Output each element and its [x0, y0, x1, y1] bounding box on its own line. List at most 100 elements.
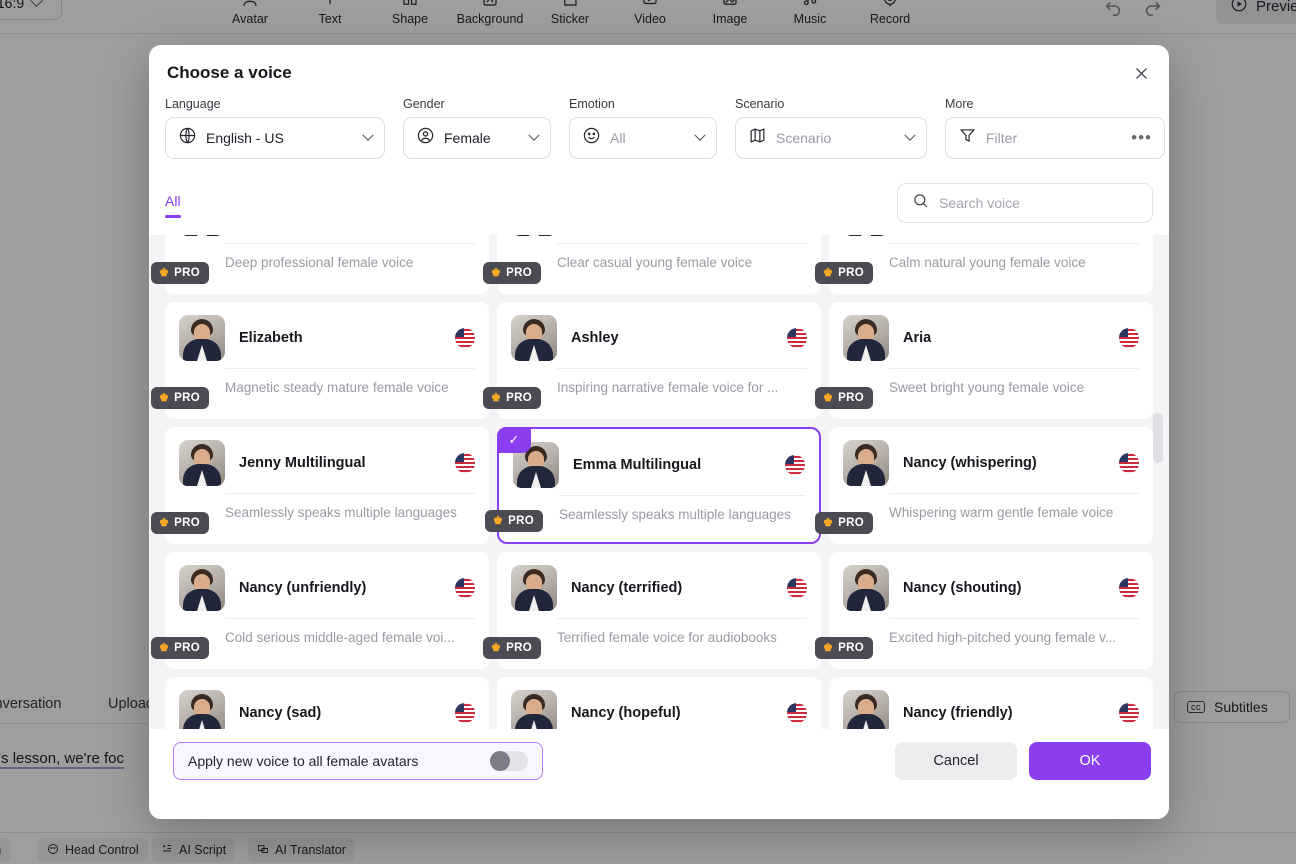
- map-icon: [748, 126, 767, 150]
- dialog-footer: Apply new voice to all female avatars Ca…: [149, 729, 1169, 819]
- voice-card-divider: [889, 368, 1139, 369]
- search-voice-box[interactable]: [897, 183, 1153, 223]
- voice-name: Nancy (unfriendly): [239, 580, 367, 596]
- voice-card[interactable]: Deep professional female voice ♚ PRO: [151, 235, 489, 294]
- cancel-button[interactable]: Cancel: [895, 742, 1017, 780]
- language-dropdown[interactable]: English - US: [165, 117, 385, 159]
- crown-icon: ♚: [491, 641, 502, 654]
- filter-scenario: Scenario Scenario: [735, 97, 927, 159]
- voice-card-divider: [559, 495, 805, 496]
- voice-card-header: Jenny Multilingual: [179, 439, 475, 487]
- voice-avatar-thumbnail: [511, 235, 557, 236]
- voice-card[interactable]: Emma Multilingual Seamlessly speaks multi…: [485, 427, 821, 544]
- voice-card-divider: [557, 243, 807, 244]
- us-flag-icon: [1119, 453, 1139, 473]
- globe-icon: [178, 126, 197, 150]
- voice-card-header: Nancy (shouting): [843, 564, 1139, 612]
- voice-card[interactable]: Jenny Multilingual Seamlessly speaks mult…: [151, 427, 489, 544]
- filter-bar: Language English - US Gender Female Emot…: [165, 97, 1165, 159]
- voice-card[interactable]: Nancy (shouting) Excited high-pitched you…: [815, 552, 1153, 669]
- filter-label: Emotion: [569, 97, 615, 111]
- pro-badge-label: PRO: [506, 267, 532, 279]
- voice-description: Whispering warm gentle female voice: [889, 505, 1114, 520]
- voice-name: Aria: [903, 330, 932, 346]
- filter-more: More Filter •••: [945, 97, 1165, 159]
- scenario-value: Scenario: [776, 130, 832, 146]
- voice-card[interactable]: Ashley Inspiring narrative female voice f…: [483, 302, 821, 419]
- voice-card-divider: [889, 243, 1139, 244]
- voice-card[interactable]: Nancy (friendly): [829, 677, 1153, 729]
- filter-label: Scenario: [735, 97, 785, 111]
- voice-card-header: [511, 235, 807, 237]
- us-flag-icon: [1119, 703, 1139, 723]
- voice-tabs: All: [149, 183, 1169, 235]
- pro-badge-label: PRO: [838, 517, 864, 529]
- tab-all[interactable]: All: [165, 193, 181, 209]
- apply-to-all-toggle[interactable]: [490, 751, 528, 771]
- voice-card-header: Ashley: [511, 314, 807, 362]
- apply-to-all-row[interactable]: Apply new voice to all female avatars: [173, 742, 543, 780]
- voice-description: Magnetic steady mature female voice: [225, 380, 449, 395]
- us-flag-icon: [785, 455, 805, 475]
- voice-card-header: Emma Multilingual: [513, 441, 805, 489]
- language-value: English - US: [206, 130, 284, 146]
- pro-badge-label: PRO: [838, 392, 864, 404]
- voice-card-header: Elizabeth: [179, 314, 475, 362]
- voice-card[interactable]: Aria Sweet bright young female voice ♚ PRO: [815, 302, 1153, 419]
- chevron-down-icon: [904, 129, 916, 141]
- voice-name: Nancy (sad): [239, 705, 322, 721]
- more-filter-dropdown[interactable]: Filter •••: [945, 117, 1165, 159]
- voice-avatar-thumbnail: [843, 315, 889, 361]
- us-flag-icon: [787, 328, 807, 348]
- more-options-icon[interactable]: •••: [1131, 129, 1152, 146]
- scenario-dropdown[interactable]: Scenario: [735, 117, 927, 159]
- voice-card-divider: [225, 618, 475, 619]
- voice-avatar-thumbnail: [511, 690, 557, 729]
- us-flag-icon: [455, 578, 475, 598]
- crown-icon: ♚: [159, 641, 170, 654]
- gender-value: Female: [444, 130, 491, 146]
- person-circle-icon: [416, 126, 435, 150]
- emotion-dropdown[interactable]: All: [569, 117, 717, 159]
- voice-card[interactable]: Nancy (hopeful): [497, 677, 821, 729]
- search-icon: [912, 192, 929, 214]
- voice-avatar-thumbnail: [511, 315, 557, 361]
- voice-grid-scrollbar[interactable]: [1153, 241, 1163, 723]
- voice-card-divider: [225, 368, 475, 369]
- choose-voice-dialog: Choose a voice Language English - US Gen…: [149, 45, 1169, 819]
- voice-card-header: Nancy (unfriendly): [179, 564, 475, 612]
- voice-card[interactable]: Nancy (unfriendly) Cold serious middle-ag…: [151, 552, 489, 669]
- crown-icon: ♚: [823, 641, 834, 654]
- toggle-knob: [490, 751, 510, 771]
- tab-active-indicator: [165, 215, 181, 218]
- close-icon[interactable]: [1127, 59, 1155, 87]
- pro-badge: ♚ PRO: [483, 637, 541, 659]
- voice-description: Seamlessly speaks multiple languages: [559, 507, 791, 522]
- pro-badge-label: PRO: [174, 642, 200, 654]
- filter-label: More: [945, 97, 974, 111]
- crown-icon: ♚: [493, 514, 504, 527]
- scrollbar-thumb[interactable]: [1153, 413, 1163, 463]
- us-flag-icon: [787, 703, 807, 723]
- pro-badge: ♚ PRO: [151, 512, 209, 534]
- voice-card[interactable]: Nancy (sad): [165, 677, 489, 729]
- voice-card-header: Nancy (friendly): [843, 689, 1139, 729]
- voice-card[interactable]: Elizabeth Magnetic steady mature female v…: [151, 302, 489, 419]
- pro-badge-label: PRO: [838, 267, 864, 279]
- gender-dropdown[interactable]: Female: [403, 117, 551, 159]
- search-input[interactable]: [939, 195, 1138, 211]
- voice-card-header: Nancy (sad): [179, 689, 475, 729]
- voice-avatar-thumbnail: [179, 315, 225, 361]
- pro-badge-label: PRO: [174, 517, 200, 529]
- voice-card[interactable]: Clear casual young female voice ♚ PRO: [483, 235, 821, 294]
- ok-button[interactable]: OK: [1029, 742, 1151, 780]
- voice-grid: Deep professional female voice ♚ PRO Clear …: [149, 235, 1169, 729]
- voice-card[interactable]: Calm natural young female voice ♚ PRO: [815, 235, 1153, 294]
- us-flag-icon: [1119, 328, 1139, 348]
- voice-card-header: Nancy (hopeful): [511, 689, 807, 729]
- voice-description: Inspiring narrative female voice for ...: [557, 380, 779, 395]
- voice-card[interactable]: Nancy (terrified) Terrified female voice …: [483, 552, 821, 669]
- chevron-down-icon: [528, 129, 540, 141]
- voice-card[interactable]: Nancy (whispering) Whispering warm gentle…: [815, 427, 1153, 544]
- voice-name: Nancy (shouting): [903, 580, 1022, 596]
